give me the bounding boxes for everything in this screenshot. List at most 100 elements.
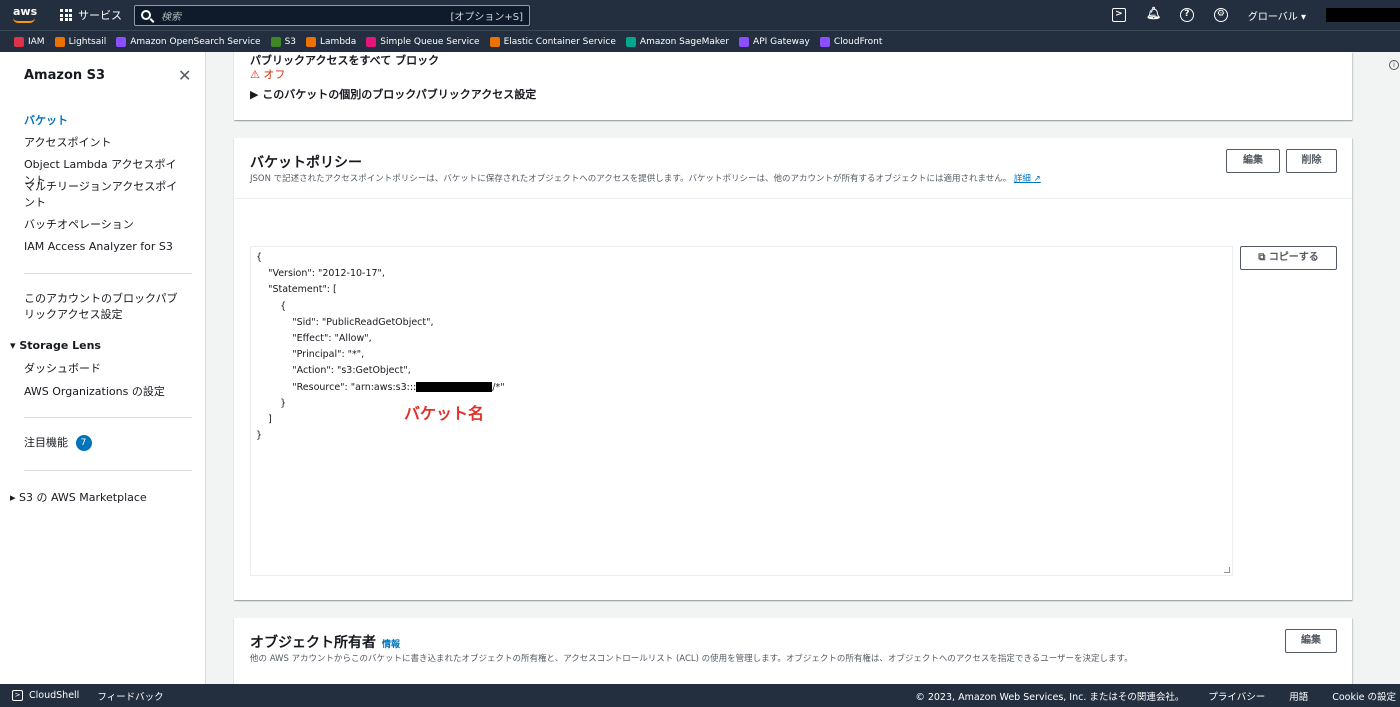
- policy-code-viewer[interactable]: [250, 246, 1233, 576]
- code-text: "Action": "s3:GetObject",: [256, 365, 411, 377]
- favorite-item[interactable]: Lambda: [306, 36, 357, 47]
- favorite-item[interactable]: IAM: [14, 36, 45, 47]
- favorite-item[interactable]: Simple Queue Service: [366, 36, 480, 47]
- favorite-label: Amazon SageMaker: [639, 36, 730, 47]
- region-selector[interactable]: グローバル ▾: [1248, 8, 1306, 23]
- sidebar-item-organizations[interactable]: AWS Organizations の設定: [24, 384, 184, 400]
- search-shortcut-hint: [オプション+S]: [450, 11, 523, 23]
- service-icon: [54, 36, 65, 47]
- favorite-item[interactable]: S3: [270, 36, 297, 47]
- aws-logo[interactable]: aws: [0, 0, 44, 30]
- sidebar-divider: [24, 417, 192, 418]
- code-line: "Principal": "*",: [256, 349, 364, 360]
- favorite-item[interactable]: API Gateway: [739, 36, 810, 47]
- cloudshell-icon: >: [12, 690, 23, 701]
- edit-ownership-button[interactable]: 編集: [1285, 629, 1337, 653]
- sidebar-item-multi-region[interactable]: マルチリージョンアクセスポイント: [24, 179, 184, 211]
- object-ownership-description: 他の AWS アカウントからこのバケットに書き込まれたオブジェクトの所有権と、ア…: [250, 654, 1133, 664]
- favorite-item[interactable]: Amazon SageMaker: [625, 36, 730, 47]
- top-navigation: aws サービス 検索 [オプション+S] > 🔔︎ ? ⚙ グローバル ▾: [0, 0, 1400, 30]
- account-menu-redacted[interactable]: [1326, 8, 1400, 22]
- copyright-text: © 2023, Amazon Web Services, Inc. またはその関…: [915, 691, 1185, 703]
- favorite-label: S3: [284, 36, 297, 47]
- details-link[interactable]: 詳細 ↗: [1014, 174, 1041, 184]
- favorite-item[interactable]: Lightsail: [54, 36, 106, 47]
- sidebar-item-dashboard[interactable]: ダッシュボード: [24, 361, 184, 377]
- bpa-expander[interactable]: ▶ このバケットの個別のブロックパブリックアクセス設定: [250, 86, 536, 102]
- search-input[interactable]: 検索 [オプション+S]: [134, 4, 530, 26]
- block-public-access-panel: パブリックアクセスをすべて ブロック ⚠ オフ ▶ このバケットの個別のブロック…: [234, 52, 1352, 120]
- nav-right: > 🔔︎ ? ⚙ グローバル ▾: [1111, 7, 1400, 23]
- panel-divider: [234, 198, 1352, 199]
- aws-logo-text: aws: [13, 5, 38, 18]
- aws-smile-icon: [13, 18, 35, 23]
- feedback-link[interactable]: フィードバック: [97, 689, 163, 703]
- favorite-item[interactable]: Amazon OpenSearch Service: [116, 36, 261, 47]
- close-icon[interactable]: ✕: [178, 66, 191, 85]
- search-placeholder: 検索: [161, 11, 181, 23]
- favorite-item[interactable]: Elastic Container Service: [489, 36, 616, 47]
- caret-right-icon: ▶: [250, 88, 263, 101]
- favorite-label: Simple Queue Service: [380, 36, 480, 47]
- code-text: }: [256, 430, 263, 442]
- bucket-policy-description: JSON で記述されたアクセスポイントポリシーは、バケットに保存されたオブジェク…: [250, 172, 1041, 184]
- services-menu[interactable]: サービス: [60, 7, 122, 23]
- sidebar-item-buckets[interactable]: バケット: [24, 113, 184, 129]
- featured-label: 注目機能: [24, 436, 68, 449]
- sidebar-section-storage-lens[interactable]: ▾ Storage Lens: [10, 339, 101, 352]
- help-icon[interactable]: ?: [1179, 8, 1194, 22]
- cloudshell-link[interactable]: CloudShell: [29, 690, 79, 701]
- service-icon: [306, 36, 317, 47]
- code-line: ]: [256, 414, 272, 425]
- bucket-name-annotation: バケット名: [404, 404, 485, 423]
- service-icon: [625, 36, 636, 47]
- sidebar-item-iam-analyzer[interactable]: IAM Access Analyzer for S3: [24, 239, 184, 255]
- terms-link[interactable]: 用語: [1289, 689, 1308, 703]
- gear-icon[interactable]: ⚙: [1213, 8, 1228, 22]
- service-icon: [489, 36, 500, 47]
- code-line: "Version": "2012-10-17",: [256, 268, 385, 279]
- redacted-bucket-name: [416, 382, 493, 393]
- sidebar-divider: [24, 470, 192, 471]
- caret-right-icon: ▸: [10, 491, 20, 504]
- sidebar-item-batch[interactable]: バッチオペレーション: [24, 217, 184, 233]
- policy-description-text: JSON で記述されたアクセスポイントポリシーは、バケットに保存されたオブジェク…: [250, 174, 1012, 184]
- sidebar-title: Amazon S3: [24, 68, 106, 83]
- resize-handle[interactable]: [1224, 567, 1230, 573]
- copy-button-label: コピーする: [1268, 252, 1319, 263]
- favorite-label: Amazon OpenSearch Service: [130, 36, 261, 47]
- bpa-expander-label: このバケットの個別のブロックパブリックアクセス設定: [262, 88, 537, 101]
- bucket-policy-panel: バケットポリシー JSON で記述されたアクセスポイントポリシーは、バケットに保…: [234, 138, 1352, 600]
- service-icon: [116, 36, 127, 47]
- info-link[interactable]: 情報: [382, 640, 400, 650]
- favorite-item[interactable]: CloudFront: [819, 36, 882, 47]
- external-link-icon: ↗: [1033, 174, 1041, 184]
- favorite-label: Lambda: [320, 36, 357, 47]
- info-icon[interactable]: i: [1389, 60, 1399, 70]
- details-link-label: 詳細: [1013, 174, 1031, 184]
- code-line: }: [256, 430, 262, 441]
- code-text: "Version": "2012-10-17",: [256, 268, 385, 280]
- code-line: "Resource": "arn:aws:s3:::/*": [256, 381, 504, 393]
- services-label: サービス: [78, 9, 122, 22]
- sidebar-item-featured[interactable]: 注目機能 7: [24, 435, 184, 451]
- sidebar-item-block-public-access[interactable]: このアカウントのブロックパブリックアクセス設定: [24, 291, 184, 323]
- privacy-link[interactable]: プライバシー: [1208, 689, 1265, 703]
- sidebar-divider: [24, 273, 192, 274]
- code-text: "Statement": [: [256, 284, 337, 296]
- code-text: "Sid": "PublicReadGetObject",: [256, 316, 434, 328]
- footer: > CloudShell フィードバック © 2023, Amazon Web …: [0, 684, 1400, 707]
- bpa-status: ⚠ オフ: [250, 66, 285, 82]
- service-icon: [366, 36, 377, 47]
- code-line: }: [256, 398, 286, 409]
- cookie-settings-link[interactable]: Cookie の設定: [1332, 689, 1396, 703]
- edit-policy-button[interactable]: 編集: [1226, 149, 1280, 173]
- bell-icon[interactable]: 🔔︎: [1146, 7, 1161, 22]
- delete-policy-button[interactable]: 削除: [1286, 149, 1337, 173]
- code-text: "Resource": "arn:aws:s3:::: [256, 381, 417, 393]
- code-line: {: [256, 301, 286, 312]
- cloudshell-icon[interactable]: >: [1111, 8, 1126, 22]
- copy-policy-button[interactable]: ⧉ コピーする: [1240, 246, 1337, 270]
- sidebar-item-access-points[interactable]: アクセスポイント: [24, 135, 184, 151]
- sidebar-item-marketplace[interactable]: ▸ S3 の AWS Marketplace: [10, 489, 147, 505]
